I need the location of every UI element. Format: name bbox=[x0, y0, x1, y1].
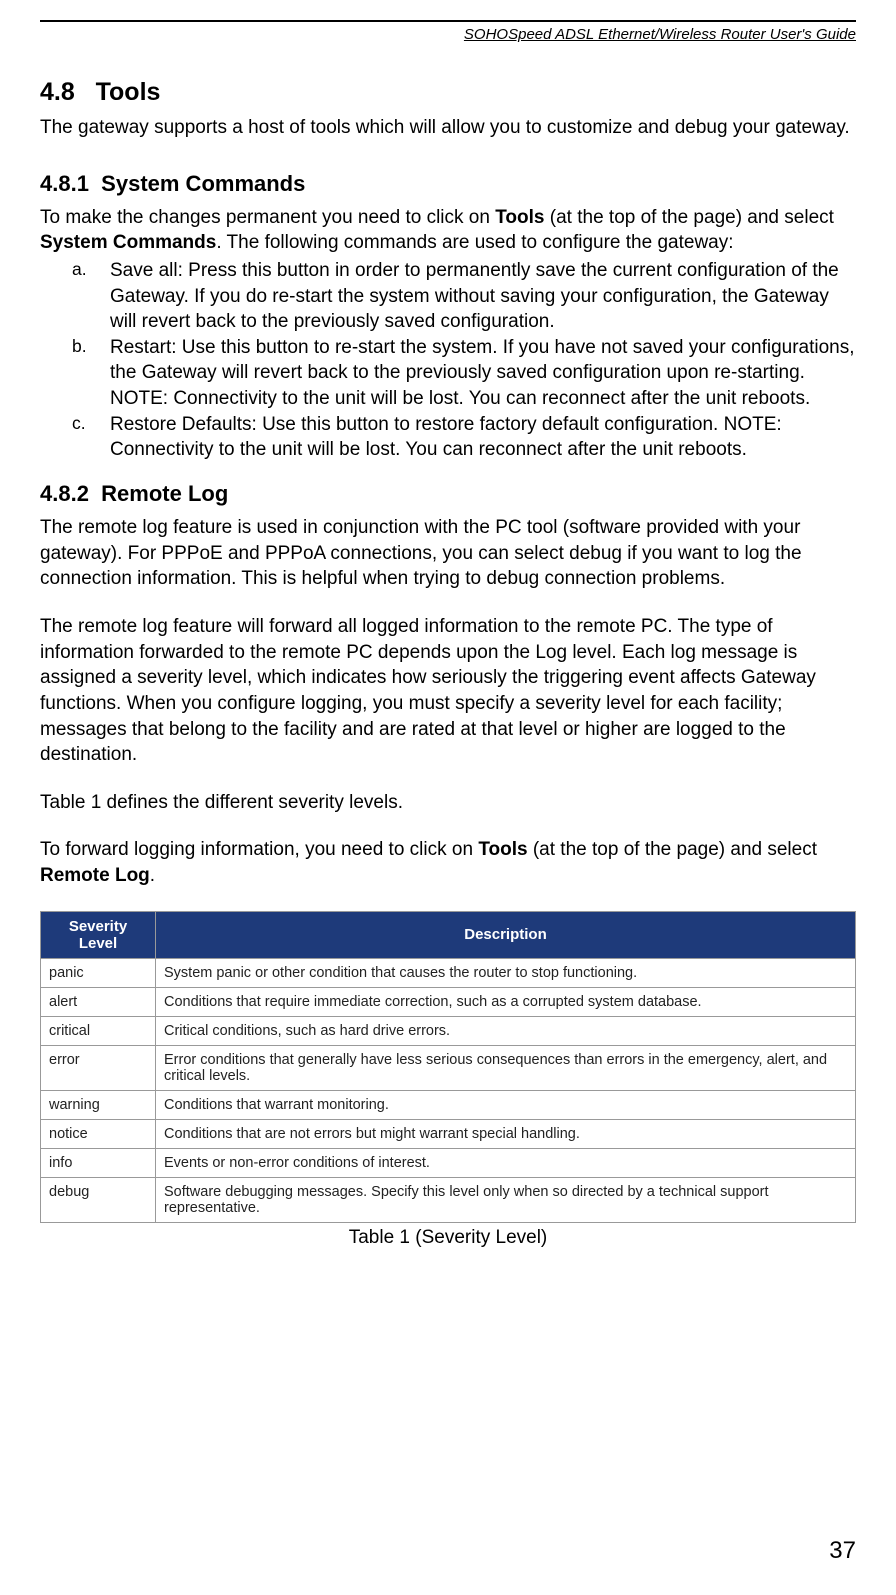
subsection-number: 4.8.2 bbox=[40, 481, 89, 506]
subsection-heading-2: 4.8.2 Remote Log bbox=[40, 481, 856, 507]
severity-level-cell: notice bbox=[41, 1119, 156, 1148]
subsection-title-text: System Commands bbox=[101, 171, 305, 196]
table-row: noticeConditions that are not errors but… bbox=[41, 1119, 856, 1148]
list-marker: a. bbox=[40, 258, 110, 335]
list-item: a. Save all: Press this button in order … bbox=[40, 258, 856, 335]
description-cell: Conditions that require immediate correc… bbox=[156, 987, 856, 1016]
description-cell: Conditions that are not errors but might… bbox=[156, 1119, 856, 1148]
severity-table: Severity Level Description panicSystem p… bbox=[40, 911, 856, 1223]
para-bold-tools: Tools bbox=[478, 839, 527, 860]
table-row: panicSystem panic or other condition tha… bbox=[41, 958, 856, 987]
severity-level-cell: panic bbox=[41, 958, 156, 987]
list-text: Save all: Press this button in order to … bbox=[110, 258, 856, 335]
section-title-text: Tools bbox=[96, 78, 161, 106]
description-cell: Software debugging messages. Specify thi… bbox=[156, 1177, 856, 1222]
remote-log-para-4: To forward logging information, you need… bbox=[40, 837, 856, 888]
table-row: alertConditions that require immediate c… bbox=[41, 987, 856, 1016]
list-text: Restore Defaults: Use this button to res… bbox=[110, 412, 856, 463]
severity-level-cell: debug bbox=[41, 1177, 156, 1222]
table-row: warningConditions that warrant monitorin… bbox=[41, 1090, 856, 1119]
intro-text-part: To make the changes permanent you need t… bbox=[40, 207, 495, 228]
section-number: 4.8 bbox=[40, 78, 75, 106]
intro-bold-tools: Tools bbox=[495, 207, 544, 228]
severity-level-cell: warning bbox=[41, 1090, 156, 1119]
table-row: errorError conditions that generally hav… bbox=[41, 1045, 856, 1090]
subsection-title-text: Remote Log bbox=[101, 481, 228, 506]
table-header-level: Severity Level bbox=[41, 911, 156, 958]
para-text-part: To forward logging information, you need… bbox=[40, 839, 478, 860]
table-header-row: Severity Level Description bbox=[41, 911, 856, 958]
severity-level-cell: error bbox=[41, 1045, 156, 1090]
remote-log-para-1: The remote log feature is used in conjun… bbox=[40, 515, 856, 592]
para-text-part: (at the top of the page) and select bbox=[528, 839, 817, 860]
intro-text-part: . The following commands are used to con… bbox=[216, 232, 733, 253]
page-number: 37 bbox=[829, 1537, 856, 1565]
table-row: debugSoftware debugging messages. Specif… bbox=[41, 1177, 856, 1222]
severity-level-cell: critical bbox=[41, 1016, 156, 1045]
severity-level-cell: info bbox=[41, 1148, 156, 1177]
intro-text-part: (at the top of the page) and select bbox=[545, 207, 834, 228]
subsection-heading-1: 4.8.1 System Commands bbox=[40, 171, 856, 197]
intro-bold-commands: System Commands bbox=[40, 232, 216, 253]
remote-log-para-2: The remote log feature will forward all … bbox=[40, 614, 856, 768]
description-cell: Conditions that warrant monitoring. bbox=[156, 1090, 856, 1119]
commands-list: a. Save all: Press this button in order … bbox=[40, 258, 856, 463]
para-text-part: . bbox=[150, 865, 155, 886]
description-cell: Critical conditions, such as hard drive … bbox=[156, 1016, 856, 1045]
list-item: c. Restore Defaults: Use this button to … bbox=[40, 412, 856, 463]
header-rule bbox=[40, 20, 856, 22]
section-heading: 4.8 Tools bbox=[40, 78, 856, 107]
description-cell: System panic or other condition that cau… bbox=[156, 958, 856, 987]
table-row: infoEvents or non-error conditions of in… bbox=[41, 1148, 856, 1177]
description-cell: Events or non-error conditions of intere… bbox=[156, 1148, 856, 1177]
list-marker: c. bbox=[40, 412, 110, 463]
subsection-number: 4.8.1 bbox=[40, 171, 89, 196]
table-row: criticalCritical conditions, such as har… bbox=[41, 1016, 856, 1045]
list-item: b. Restart: Use this button to re-start … bbox=[40, 335, 856, 412]
table-header-desc: Description bbox=[156, 911, 856, 958]
subsection-1-intro: To make the changes permanent you need t… bbox=[40, 205, 856, 256]
table-caption: Table 1 (Severity Level) bbox=[40, 1227, 856, 1249]
section-intro: The gateway supports a host of tools whi… bbox=[40, 115, 856, 141]
list-marker: b. bbox=[40, 335, 110, 412]
severity-level-cell: alert bbox=[41, 987, 156, 1016]
description-cell: Error conditions that generally have les… bbox=[156, 1045, 856, 1090]
para-bold-remote-log: Remote Log bbox=[40, 865, 150, 886]
remote-log-para-3: Table 1 defines the different severity l… bbox=[40, 790, 856, 816]
list-text: Restart: Use this button to re-start the… bbox=[110, 335, 856, 412]
document-header: SOHOSpeed ADSL Ethernet/Wireless Router … bbox=[40, 26, 856, 43]
